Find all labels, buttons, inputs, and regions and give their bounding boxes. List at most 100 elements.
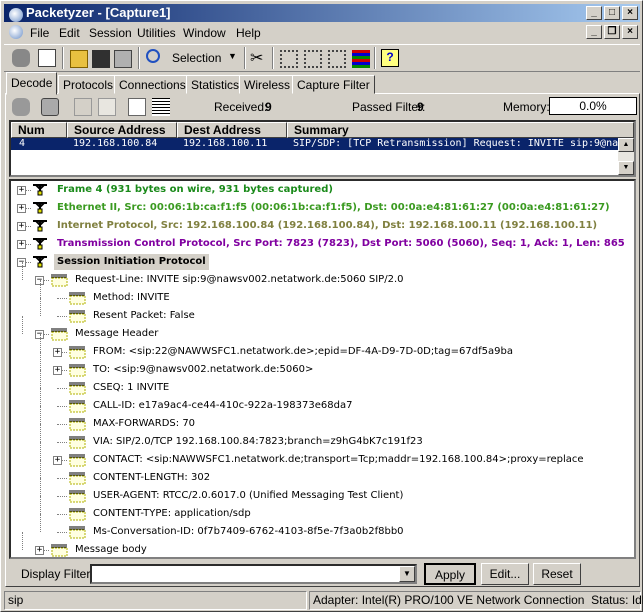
tab-connections[interactable]: Connections bbox=[114, 75, 191, 94]
expand-icon[interactable]: + bbox=[35, 546, 44, 555]
child-restore-button[interactable]: ❐ bbox=[604, 25, 620, 39]
tree-node[interactable]: CSEQ: 1 INVITE bbox=[11, 379, 631, 397]
tree-node[interactable]: MAX-FORWARDS: 70 bbox=[11, 415, 631, 433]
tree-node[interactable]: USER-AGENT: RTCC/2.0.6017.0 (Unified Mes… bbox=[11, 487, 631, 505]
toolbar-separator bbox=[244, 47, 246, 69]
plugin-2-icon[interactable] bbox=[304, 50, 322, 68]
open-folder-icon[interactable] bbox=[70, 50, 88, 68]
plugin-3-icon[interactable] bbox=[328, 50, 346, 68]
expand-icon[interactable]: + bbox=[17, 240, 26, 249]
minimize-button[interactable]: _ bbox=[586, 6, 602, 20]
close-button[interactable]: × bbox=[622, 6, 638, 20]
split-horizontal-icon[interactable] bbox=[98, 98, 116, 116]
tree-node[interactable]: + Message body bbox=[11, 541, 631, 557]
tree-node[interactable]: + Frame 4 (931 bytes on wire, 931 bytes c… bbox=[11, 181, 631, 199]
col-dest[interactable]: Dest Address bbox=[177, 122, 287, 138]
menu-session[interactable]: Session bbox=[89, 26, 132, 40]
tree-node-label: TO: <sip:9@nawsv002.netatwork.de:5060> bbox=[93, 364, 314, 375]
child-minimize-button[interactable]: _ bbox=[586, 25, 602, 39]
display-filter-combo[interactable]: ▼ bbox=[90, 564, 417, 584]
tree-node[interactable]: VIA: SIP/2.0/TCP 192.168.100.84:7823;bra… bbox=[11, 433, 631, 451]
memory-value: 0.0% bbox=[579, 99, 607, 113]
tree-node[interactable]: + Internet Protocol, Src: 192.168.100.84 … bbox=[11, 217, 631, 235]
tree-view-icon[interactable] bbox=[128, 98, 146, 116]
tree-node[interactable]: + Ethernet II, Src: 00:06:1b:ca:f1:f5 (00… bbox=[11, 199, 631, 217]
field-icon bbox=[68, 471, 86, 485]
menu-utilities[interactable]: Utilities bbox=[137, 26, 176, 40]
toolbar-separator bbox=[272, 47, 274, 69]
expand-icon[interactable]: + bbox=[53, 366, 62, 375]
packet-row[interactable]: 4 192.168.100.84 192.168.100.11 SIP/SDP:… bbox=[11, 138, 618, 150]
col-source[interactable]: Source Address bbox=[67, 122, 177, 138]
tree-node[interactable]: + TO: <sip:9@nawsv002.netatwork.de:5060> bbox=[11, 361, 631, 379]
tree-node[interactable]: + FROM: <sip:22@NAWWSFC1.netatwork.de>;ep… bbox=[11, 343, 631, 361]
field-icon bbox=[68, 345, 86, 359]
menu-window[interactable]: Window bbox=[183, 26, 226, 40]
plugin-1-icon[interactable] bbox=[280, 50, 298, 68]
tree-node[interactable]: − Session Initiation Protocol bbox=[11, 253, 631, 271]
list-view-icon[interactable] bbox=[152, 98, 170, 116]
child-close-button[interactable]: × bbox=[622, 25, 638, 39]
apply-button[interactable]: Apply bbox=[424, 563, 476, 585]
tab-decode[interactable]: Decode bbox=[6, 72, 58, 95]
chevron-down-icon[interactable]: ▼ bbox=[399, 566, 415, 582]
scroll-up-button[interactable]: ▲ bbox=[618, 138, 634, 152]
scroll-down-button[interactable]: ▼ bbox=[618, 161, 634, 175]
print-icon[interactable] bbox=[114, 50, 132, 68]
tree-node[interactable]: CONTENT-LENGTH: 302 bbox=[11, 469, 631, 487]
packet-list-scrollbar[interactable]: ▲ ▼ bbox=[618, 138, 634, 175]
app-window: Packetyzer - [Capture1] _ □ × File Edit … bbox=[0, 0, 643, 612]
col-num[interactable]: Num bbox=[11, 122, 67, 138]
tree-node[interactable]: − Request-Line: INVITE sip:9@nawsv002.net… bbox=[11, 271, 631, 289]
tree-node-label: Message Header bbox=[75, 328, 159, 339]
chevron-down-icon[interactable]: ▼ bbox=[228, 51, 237, 61]
tree-node-label: Method: INVITE bbox=[93, 292, 170, 303]
tab-wireless[interactable]: Wireless bbox=[239, 75, 296, 94]
expand-icon[interactable]: + bbox=[17, 222, 26, 231]
tree-node[interactable]: Method: INVITE bbox=[11, 289, 631, 307]
selection-dropdown[interactable]: Selection bbox=[172, 51, 221, 65]
tree-node[interactable]: Ms-Conversation-ID: 0f7b7409-6762-4103-8… bbox=[11, 523, 631, 541]
capture-start-icon[interactable] bbox=[12, 49, 30, 67]
tab-capture-filter[interactable]: Capture Filter bbox=[292, 75, 375, 94]
tree-node[interactable]: + CONTACT: <sip:NAWWSFC1.netatwork.de;tra… bbox=[11, 451, 631, 469]
expand-icon[interactable]: + bbox=[53, 456, 62, 465]
tree-node-label: CONTENT-LENGTH: 302 bbox=[93, 472, 211, 483]
expand-icon[interactable]: + bbox=[17, 186, 26, 195]
capture-icon[interactable] bbox=[12, 98, 30, 116]
col-summary[interactable]: Summary bbox=[287, 122, 634, 138]
packet-detail-tree: + Frame 4 (931 bytes on wire, 931 bytes c… bbox=[9, 179, 636, 559]
capture-options-icon[interactable] bbox=[38, 49, 56, 67]
tree-node-label: Internet Protocol, Src: 192.168.100.84 (… bbox=[57, 220, 598, 231]
help-icon[interactable]: ? bbox=[381, 49, 399, 67]
packet-list: Num Source Address Dest Address Summary … bbox=[9, 120, 636, 177]
field-icon bbox=[68, 381, 86, 395]
menu-help[interactable]: Help bbox=[236, 26, 261, 40]
tab-statistics[interactable]: Statistics bbox=[186, 75, 245, 94]
display-filter-label: Display Filter bbox=[21, 567, 91, 581]
expand-icon[interactable]: + bbox=[53, 348, 62, 357]
edit-button[interactable]: Edit... bbox=[481, 563, 529, 585]
colors-icon[interactable] bbox=[352, 50, 370, 68]
protocol-icon bbox=[32, 183, 48, 197]
save-icon[interactable] bbox=[92, 50, 110, 68]
tree-node[interactable]: Resent Packet: False bbox=[11, 307, 631, 325]
tree-node-label: FROM: <sip:22@NAWWSFC1.netatwork.de>;epi… bbox=[93, 346, 513, 357]
tab-protocols[interactable]: Protocols bbox=[58, 75, 119, 94]
toolbar-separator bbox=[374, 47, 376, 69]
expand-icon[interactable]: + bbox=[17, 204, 26, 213]
menu-edit[interactable]: Edit bbox=[59, 26, 80, 40]
trash-icon[interactable] bbox=[41, 98, 59, 116]
reset-button[interactable]: Reset bbox=[533, 563, 581, 585]
maximize-button[interactable]: □ bbox=[604, 6, 620, 20]
tree-node[interactable]: CALL-ID: e17a9ac4-ce44-410c-922a-198373e… bbox=[11, 397, 631, 415]
tree-node[interactable]: − Message Header bbox=[11, 325, 631, 343]
passed-filter-label: Passed Filter: bbox=[352, 100, 426, 114]
display-filter-input[interactable] bbox=[92, 567, 392, 581]
split-vertical-icon[interactable] bbox=[74, 98, 92, 116]
tree-node[interactable]: CONTENT-TYPE: application/sdp bbox=[11, 505, 631, 523]
tools-icon[interactable]: ✂ bbox=[250, 50, 268, 68]
find-icon[interactable] bbox=[146, 49, 160, 63]
menu-file[interactable]: File bbox=[30, 26, 49, 40]
tree-node[interactable]: + Transmission Control Protocol, Src Port… bbox=[11, 235, 631, 253]
